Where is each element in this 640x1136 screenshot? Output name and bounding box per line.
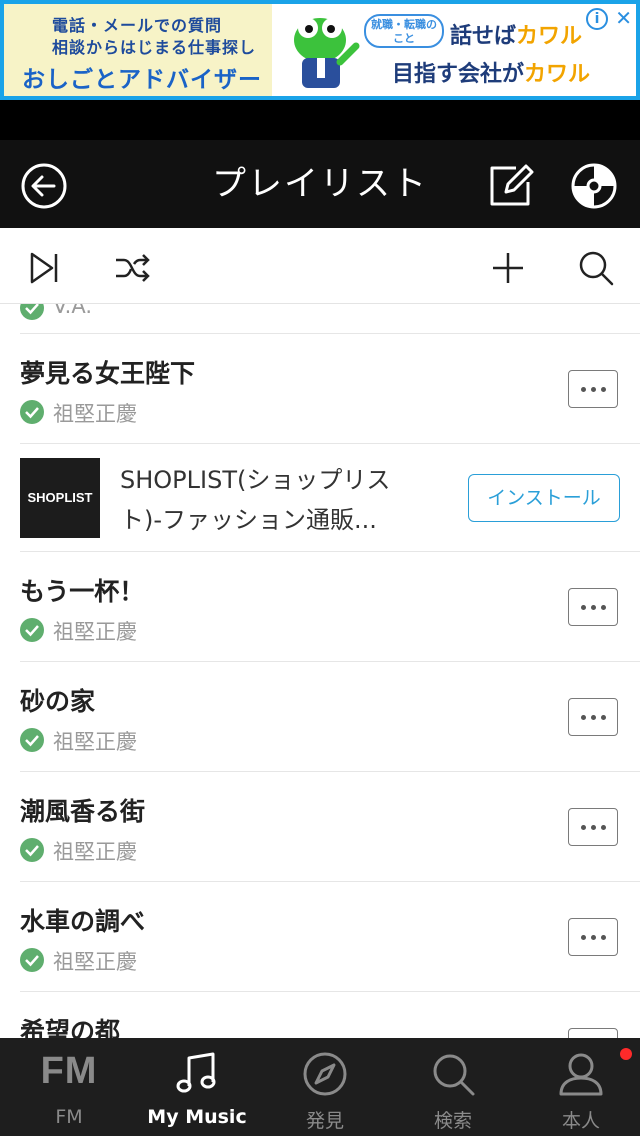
downloaded-check-icon <box>20 400 44 424</box>
song-artist: 祖堅正慶 <box>53 402 137 426</box>
more-options-button[interactable] <box>568 370 618 408</box>
ad-slogan-1-main: 話せば <box>450 24 517 49</box>
playlist-list[interactable]: V.A. 夢見る女王陛下 祖堅正慶 SHOPLIST SHOPLIST(ショップ… <box>0 304 640 1038</box>
song-artist: 祖堅正慶 <box>53 950 137 974</box>
edit-icon[interactable] <box>486 162 534 210</box>
more-options-button[interactable] <box>568 808 618 846</box>
fm-icon: FM <box>40 1050 98 1092</box>
header-bar: プレイリスト <box>0 140 640 228</box>
more-options-button[interactable] <box>568 1028 618 1038</box>
compass-icon <box>303 1052 347 1096</box>
list-item[interactable]: もう一杯！ 祖堅正慶 <box>20 552 640 662</box>
search-icon <box>433 1054 475 1096</box>
ad-close-icon[interactable]: ✕ <box>615 6 632 30</box>
ad-speech-bubble: 就職・転職のこと <box>364 14 444 48</box>
ad-info-icon[interactable]: i <box>586 8 608 30</box>
frog-mascot-icon <box>294 18 360 88</box>
ad-description-line1: SHOPLIST(ショップリス <box>120 466 391 494</box>
song-title: 夢見る女王陛下 <box>20 359 196 388</box>
music-note-icon <box>176 1052 216 1093</box>
shuffle-icon[interactable] <box>112 248 152 288</box>
disc-icon[interactable] <box>570 162 618 210</box>
song-artist: V.A. <box>53 304 93 318</box>
tab-my-music[interactable]: My Music <box>133 1038 261 1136</box>
ad-description-line2: ト)-ファッション通販... <box>120 506 377 534</box>
tab-label: FM <box>55 1106 83 1128</box>
ad-left-panel: 電話・メールでの質問 相談からはじまる仕事探し おしごとアドバイザー <box>4 4 272 96</box>
install-button[interactable]: インストール <box>468 474 620 522</box>
ad-slogan-1: 話せばカワル <box>450 18 582 50</box>
tab-label: 本人 <box>561 1110 600 1132</box>
tab-search[interactable]: 検索 <box>389 1038 517 1136</box>
shoplist-logo: SHOPLIST <box>20 458 100 538</box>
list-item[interactable]: 砂の家 祖堅正慶 <box>20 662 640 772</box>
song-artist: 祖堅正慶 <box>53 620 137 644</box>
ad-slogan-2-brand: カワル <box>524 62 591 87</box>
bottom-tab-bar: FM FM My Music 発見 検索 本人 <box>0 1038 640 1136</box>
downloaded-check-icon <box>20 948 44 972</box>
more-options-button[interactable] <box>568 588 618 626</box>
ad-text-brand: おしごとアドバイザー <box>22 67 262 93</box>
song-title: 砂の家 <box>20 687 96 716</box>
search-icon[interactable] <box>576 248 616 288</box>
ad-banner-content[interactable]: 電話・メールでの質問 相談からはじまる仕事探し おしごとアドバイザー 就職・転職… <box>4 4 636 96</box>
tab-fm[interactable]: FM FM <box>5 1038 133 1136</box>
song-title: 水車の調べ <box>20 907 146 936</box>
downloaded-check-icon <box>20 838 44 862</box>
downloaded-check-icon <box>20 304 44 320</box>
play-all-icon[interactable] <box>24 248 64 288</box>
list-item[interactable]: 夢見る女王陛下 祖堅正慶 <box>20 334 640 444</box>
song-title: 希望の都 <box>20 1017 121 1038</box>
ad-text-line1: 電話・メールでの質問 <box>52 16 223 35</box>
notification-dot <box>620 1048 632 1060</box>
ad-banner[interactable]: 電話・メールでの質問 相談からはじまる仕事探し おしごとアドバイザー 就職・転職… <box>0 0 640 100</box>
more-options-button[interactable] <box>568 918 618 956</box>
person-icon <box>559 1053 603 1096</box>
list-item[interactable]: 潮風香る街 祖堅正慶 <box>20 772 640 882</box>
song-title: 潮風香る街 <box>20 797 146 826</box>
add-icon[interactable] <box>488 248 528 288</box>
song-artist: 祖堅正慶 <box>53 730 137 754</box>
ad-description: SHOPLIST(ショップリス ト)-ファッション通販... <box>120 460 440 540</box>
ad-slogan-2-main: 目指す会社が <box>392 62 525 87</box>
song-title: もう一杯！ <box>20 577 145 606</box>
list-item[interactable]: 希望の都 <box>20 992 640 1038</box>
status-spacer <box>0 100 640 140</box>
playlist-toolbar <box>0 228 640 304</box>
ad-slogan-1-brand: カワル <box>516 24 583 49</box>
inline-ad-item[interactable]: SHOPLIST SHOPLIST(ショップリス ト)-ファッション通販... … <box>20 444 640 552</box>
ad-text-line2: 相談からはじまる仕事探し <box>52 38 257 57</box>
page-title: プレイリスト <box>212 164 428 204</box>
list-item[interactable]: 水車の調べ 祖堅正慶 <box>20 882 640 992</box>
list-item[interactable]: V.A. <box>20 304 640 334</box>
downloaded-check-icon <box>20 728 44 752</box>
ad-slogan-2: 目指す会社がカワル <box>392 56 590 88</box>
tab-label: 発見 <box>305 1110 344 1132</box>
tab-discover[interactable]: 発見 <box>261 1038 389 1136</box>
more-options-button[interactable] <box>568 698 618 736</box>
downloaded-check-icon <box>20 618 44 642</box>
tab-label: My Music <box>147 1106 247 1128</box>
song-artist: 祖堅正慶 <box>53 840 137 864</box>
tab-label: 検索 <box>433 1110 472 1132</box>
